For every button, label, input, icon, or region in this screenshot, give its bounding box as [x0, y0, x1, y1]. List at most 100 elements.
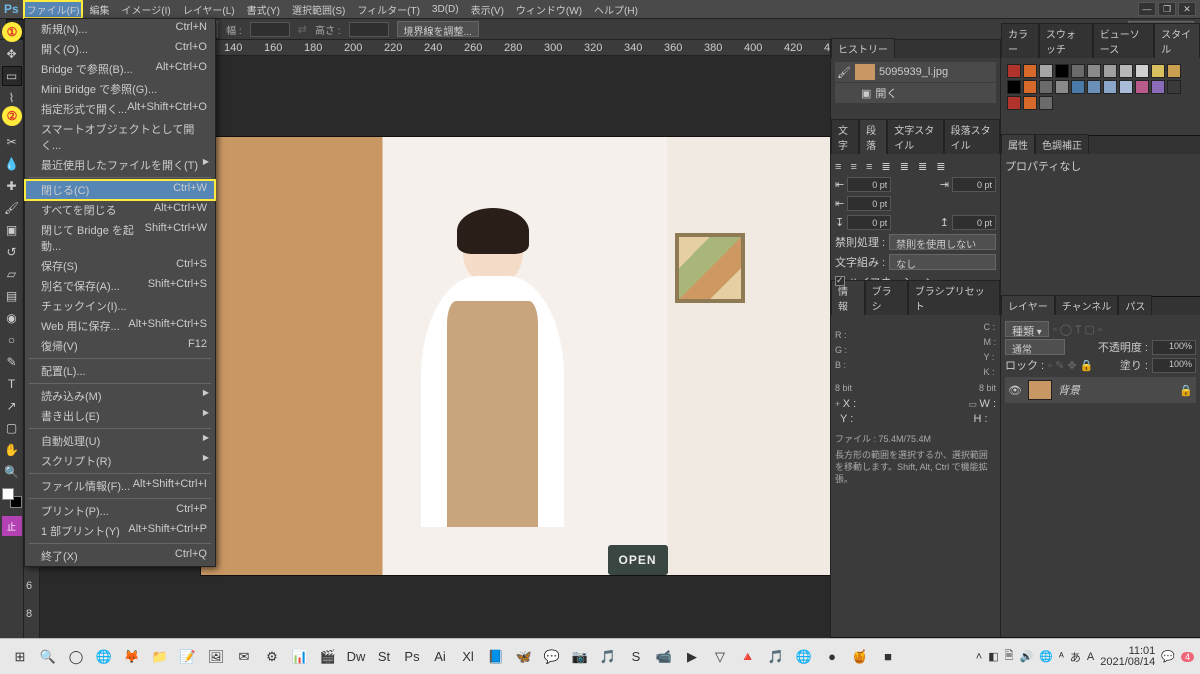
- parastyle-tab[interactable]: 段落スタイル: [944, 119, 1000, 154]
- taskbar-app-icon[interactable]: 🦋: [513, 646, 535, 668]
- taskbar-app-icon[interactable]: 🔺: [737, 646, 759, 668]
- dodge-tool[interactable]: ○: [2, 330, 22, 350]
- layer-item[interactable]: 👁 背景 🔒: [1005, 377, 1196, 403]
- quickmask-toggle[interactable]: 止: [2, 516, 22, 536]
- refine-edge-button[interactable]: 境界線を調整...: [397, 21, 479, 37]
- adjustments-tab[interactable]: 色調補正: [1035, 134, 1089, 154]
- file-menu-item[interactable]: 自動処理(U): [25, 431, 215, 451]
- marquee-tool[interactable]: ▭: [2, 66, 22, 86]
- taskbar-app-icon[interactable]: Ai: [429, 646, 451, 668]
- properties-tab[interactable]: 属性: [1001, 134, 1035, 154]
- swatch[interactable]: [1007, 80, 1021, 94]
- window-minimize[interactable]: —: [1138, 2, 1156, 16]
- file-menu-item[interactable]: 復帰(V)F12: [25, 336, 215, 356]
- history-step[interactable]: ▣開く: [835, 83, 996, 103]
- file-menu-item[interactable]: 終了(X)Ctrl+Q: [25, 546, 215, 566]
- notification-icon[interactable]: 💬: [1161, 650, 1175, 663]
- taskbar-app-icon[interactable]: S: [625, 646, 647, 668]
- taskbar-app-icon[interactable]: ✉: [233, 646, 255, 668]
- taskbar-app-icon[interactable]: Ps: [401, 646, 423, 668]
- swatch[interactable]: [1103, 64, 1117, 78]
- height-input[interactable]: [349, 22, 389, 37]
- swatch[interactable]: [1055, 64, 1069, 78]
- menu-window[interactable]: ウィンドウ(W): [510, 0, 588, 19]
- layers-tab[interactable]: レイヤー: [1001, 295, 1055, 315]
- brushpreset-tab[interactable]: ブラシプリセット: [908, 280, 1000, 315]
- layer-blend-select[interactable]: 通常: [1005, 339, 1065, 355]
- taskbar-app-icon[interactable]: ●: [821, 646, 843, 668]
- taskbar-app-icon[interactable]: 🍯: [849, 646, 871, 668]
- taskbar-app-icon[interactable]: 📘: [485, 646, 507, 668]
- swatch[interactable]: [1167, 80, 1181, 94]
- taskbar-app-icon[interactable]: 🦊: [121, 646, 143, 668]
- paragraph-tab[interactable]: 段落: [859, 119, 887, 154]
- swatch[interactable]: [1039, 96, 1053, 110]
- ime-mode[interactable]: A: [1087, 651, 1094, 663]
- align-icons[interactable]: ≡ ≡ ≡ ≣ ≣ ≣ ≣: [835, 160, 948, 173]
- tray-icon[interactable]: 🗎: [1005, 647, 1014, 666]
- taskbar-app-icon[interactable]: ◯: [65, 646, 87, 668]
- taskbar-app-icon[interactable]: 💬: [541, 646, 563, 668]
- menu-edit[interactable]: 編集: [83, 0, 115, 19]
- menu-image[interactable]: イメージ(I): [115, 0, 176, 19]
- taskbar-app-icon[interactable]: ▶: [681, 646, 703, 668]
- swatch[interactable]: [1039, 64, 1053, 78]
- ime-kana[interactable]: あ: [1070, 649, 1081, 665]
- swatch[interactable]: [1039, 80, 1053, 94]
- swatch[interactable]: [1135, 80, 1149, 94]
- swatch[interactable]: [1007, 96, 1021, 110]
- ime-a[interactable]: ᴬ: [1059, 651, 1064, 663]
- window-close[interactable]: ✕: [1178, 2, 1196, 16]
- swatch[interactable]: [1103, 80, 1117, 94]
- kinsoku-select[interactable]: 禁則を使用しない: [889, 234, 996, 250]
- taskbar-app-icon[interactable]: 📝: [177, 646, 199, 668]
- taskbar-app-icon[interactable]: 🎵: [765, 646, 787, 668]
- taskbar-app-icon[interactable]: St: [373, 646, 395, 668]
- swatch[interactable]: [1023, 80, 1037, 94]
- layer-fill[interactable]: 100%: [1152, 358, 1196, 373]
- file-menu-item[interactable]: ファイル情報(F)...Alt+Shift+Ctrl+I: [25, 476, 215, 496]
- swatch[interactable]: [1023, 96, 1037, 110]
- file-menu-item[interactable]: 別名で保存(A)...Shift+Ctrl+S: [25, 276, 215, 296]
- layer-kind-select[interactable]: 種類 ▾: [1005, 321, 1049, 337]
- history-source[interactable]: 🖌5095939_l.jpg: [835, 62, 996, 82]
- swatch[interactable]: [1023, 64, 1037, 78]
- taskbar-app-icon[interactable]: 🖼: [205, 646, 227, 668]
- file-menu-item[interactable]: 閉じて Bridge を起動...Shift+Ctrl+W: [25, 220, 215, 256]
- file-menu-item[interactable]: 開く(O)...Ctrl+O: [25, 39, 215, 59]
- indent-left[interactable]: [847, 177, 891, 192]
- pen-tool[interactable]: ✎: [2, 352, 22, 372]
- eyedropper-tool[interactable]: 💧: [2, 154, 22, 174]
- menu-view[interactable]: 表示(V): [465, 0, 510, 19]
- taskbar-app-icon[interactable]: 📹: [653, 646, 675, 668]
- hand-tool[interactable]: ✋: [2, 440, 22, 460]
- type-tool[interactable]: T: [2, 374, 22, 394]
- swatch[interactable]: [1087, 80, 1101, 94]
- space-before[interactable]: [847, 215, 891, 230]
- menu-3d[interactable]: 3D(D): [426, 2, 465, 17]
- charstyle-tab[interactable]: 文字スタイル: [887, 119, 943, 154]
- swatch[interactable]: [1055, 80, 1069, 94]
- menu-help[interactable]: ヘルプ(H): [588, 0, 644, 19]
- swatch[interactable]: [1135, 64, 1149, 78]
- file-menu-item[interactable]: すべてを閉じるAlt+Ctrl+W: [25, 200, 215, 220]
- swatch[interactable]: [1087, 64, 1101, 78]
- taskbar-app-icon[interactable]: 📁: [149, 646, 171, 668]
- clock[interactable]: 11:012021/08/14: [1100, 646, 1155, 668]
- taskbar-app-icon[interactable]: 🎵: [597, 646, 619, 668]
- file-menu-item[interactable]: 指定形式で開く...Alt+Shift+Ctrl+O: [25, 99, 215, 119]
- history-tab[interactable]: ヒストリー: [831, 38, 895, 58]
- path-tool[interactable]: ↗: [2, 396, 22, 416]
- heal-tool[interactable]: ✚: [2, 176, 22, 196]
- space-after[interactable]: [952, 215, 996, 230]
- taskbar-app-icon[interactable]: 📷: [569, 646, 591, 668]
- file-menu-item[interactable]: 閉じる(C)Ctrl+W: [25, 180, 215, 200]
- eraser-tool[interactable]: ▱: [2, 264, 22, 284]
- color-tab[interactable]: カラー: [1001, 23, 1039, 58]
- move-tool[interactable]: ✥: [2, 44, 22, 64]
- tray-icon[interactable]: 🌐: [1039, 650, 1053, 663]
- file-menu-item[interactable]: スクリプト(R): [25, 451, 215, 471]
- file-menu-item[interactable]: 1 部プリント(Y)Alt+Shift+Ctrl+P: [25, 521, 215, 541]
- taskbar-app-icon[interactable]: ▽: [709, 646, 731, 668]
- taskbar-app-icon[interactable]: ⚙: [261, 646, 283, 668]
